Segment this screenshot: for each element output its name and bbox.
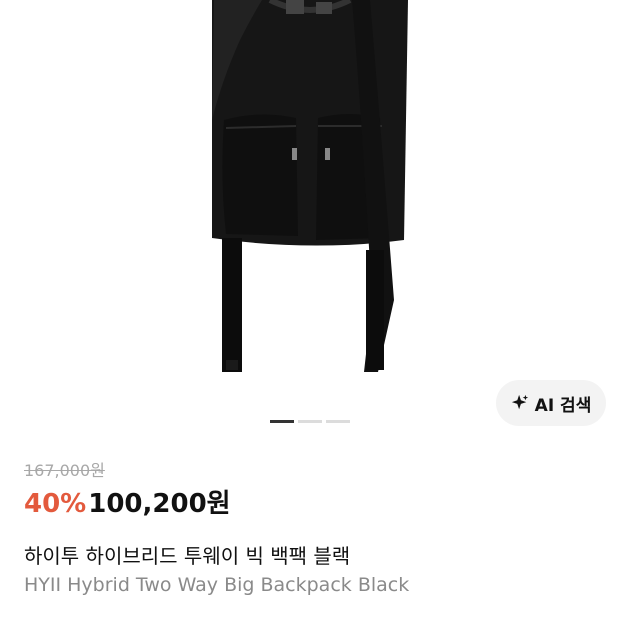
cutoff-content [24,612,124,620]
product-image[interactable] [0,0,620,400]
product-title-ko: 하이투 하이브리드 투웨이 빅 백팩 블랙 [24,544,351,568]
price-row: 40% 100,200원 [24,483,231,520]
carousel-indicator [270,420,350,423]
original-price: 167,000원 [24,461,105,480]
ai-search-label: AI 검색 [534,395,592,416]
backpack-illustration [212,0,408,372]
sparkle-icon [511,394,528,410]
carousel-dot[interactable] [326,420,350,423]
discount-rate: 40% [24,489,87,519]
carousel-dot[interactable] [270,420,294,423]
sale-price: 100,200원 [88,489,231,519]
product-title-en: HYII Hybrid Two Way Big Backpack Black [24,574,410,596]
carousel-dot[interactable] [298,420,322,423]
ai-search-button[interactable]: AI 검색 [496,380,606,426]
